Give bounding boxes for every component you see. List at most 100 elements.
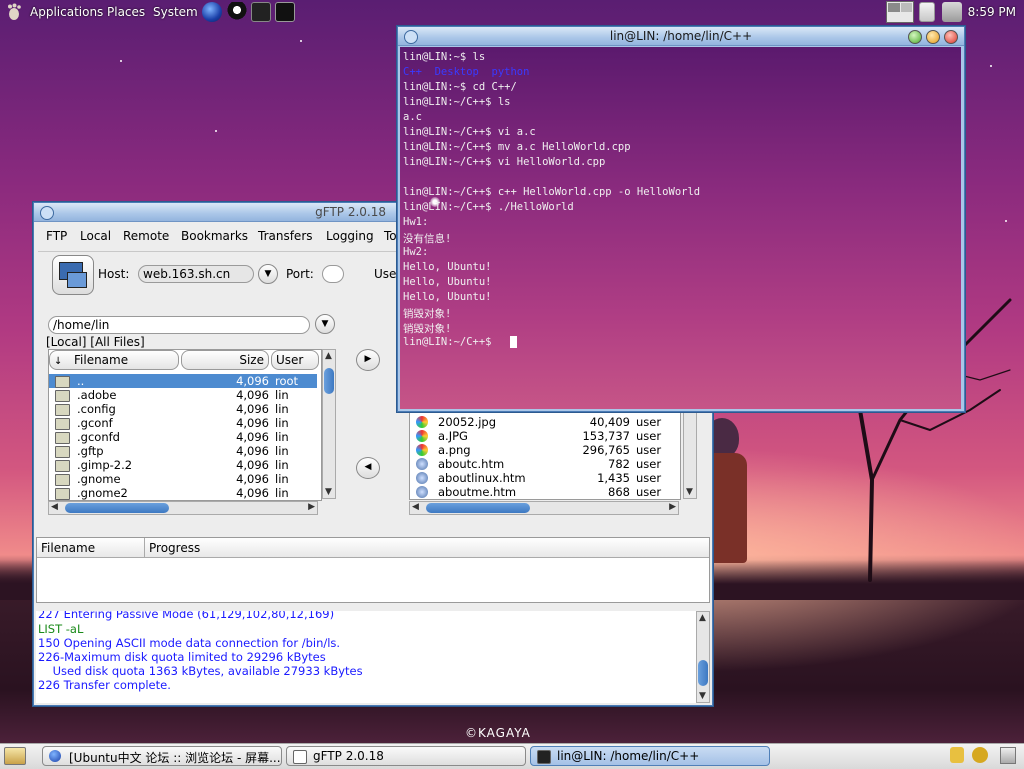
terminal-line: lin@LIN:~/C++$ ./HelloWorld (403, 201, 574, 213)
minimize-button[interactable] (908, 30, 922, 44)
remote-file-row[interactable]: aboutme.htm 868 user (410, 485, 678, 499)
qq-penguin-icon[interactable] (227, 2, 247, 22)
file-user: root (275, 374, 299, 388)
menu-places[interactable]: Places (107, 5, 145, 19)
host-input[interactable]: web.163.sh.cn (138, 265, 254, 283)
file-size: 1,435 (597, 471, 630, 485)
remote-file-row[interactable]: aboutlinux.htm 1,435 user (410, 471, 678, 485)
notification-icon[interactable] (972, 747, 988, 763)
file-size: 868 (608, 485, 630, 499)
terminal-titlebar[interactable]: lin@LIN: /home/lin/C++ (398, 27, 964, 46)
file-user: lin (275, 430, 289, 444)
terminal-line: lin@LIN:~/C++$ (403, 336, 498, 348)
remote-file-list[interactable]: 20052.jpg 40,409 user a.JPG 153,737 user a.png… (409, 409, 681, 500)
log-vscrollbar[interactable]: ▲ ▼ (696, 611, 710, 703)
trash-icon[interactable] (919, 2, 935, 22)
local-file-row[interactable]: .gnome 4,096 lin (49, 472, 317, 486)
file-user: user (636, 415, 662, 429)
menu-remote[interactable]: Remote (123, 229, 169, 243)
file-name: .config (77, 402, 116, 416)
local-file-row[interactable]: .config 4,096 lin (49, 402, 317, 416)
firefox-icon[interactable] (202, 2, 222, 22)
remote-hscrollbar[interactable]: ◀ ▶ (409, 501, 679, 515)
clock[interactable]: 8:59 PM (968, 5, 1016, 19)
task-browser[interactable]: [Ubuntu中文 论坛 :: 浏览论坛 - 屏幕... (42, 746, 282, 766)
remote-file-row[interactable]: 20052.jpg 40,409 user (410, 415, 678, 429)
connect-button[interactable] (52, 255, 94, 295)
gnome-foot-icon[interactable] (5, 3, 23, 21)
file-user: user (636, 485, 662, 499)
local-hscroll-thumb[interactable] (65, 503, 169, 513)
transfer-list[interactable]: Filename Progress (36, 537, 710, 603)
menu-local[interactable]: Local (80, 229, 111, 243)
workspace-switcher-icon[interactable] (886, 1, 914, 23)
port-input[interactable] (322, 265, 344, 283)
local-vscroll-thumb[interactable] (324, 368, 334, 394)
menu-tools[interactable]: To (384, 229, 397, 243)
column-header-size[interactable]: Size (181, 350, 269, 370)
download-arrow-button[interactable]: ◀ (356, 457, 380, 479)
remote-file-row[interactable]: aboutc.htm 782 user (410, 457, 678, 471)
menu-system[interactable]: System (153, 5, 198, 19)
host-dropdown-button[interactable]: ▼ (258, 264, 278, 284)
local-file-row[interactable]: .gconfd 4,096 lin (49, 430, 317, 444)
file-size: 4,096 (236, 486, 269, 500)
terminal-line: Hw2: (403, 246, 429, 258)
text-editor-icon[interactable] (251, 2, 271, 22)
file-user: lin (275, 416, 289, 430)
log-vscroll-thumb[interactable] (698, 660, 708, 686)
transfer-header-progress[interactable]: Progress (145, 538, 709, 558)
local-vscrollbar[interactable]: ▲ ▼ (322, 349, 336, 499)
file-user: lin (275, 388, 289, 402)
image-file-icon (416, 416, 428, 428)
firefox-icon (49, 750, 61, 762)
trash-tray-icon[interactable] (1000, 747, 1016, 764)
column-header-user[interactable]: User (271, 350, 319, 370)
transfer-header-filename[interactable]: Filename (37, 538, 145, 558)
show-desktop-button[interactable] (4, 747, 26, 765)
task-terminal[interactable]: lin@LIN: /home/lin/C++ (530, 746, 770, 766)
menu-applications[interactable]: Applications (30, 5, 103, 19)
folder-icon (55, 446, 70, 458)
maximize-button[interactable] (926, 30, 940, 44)
menu-transfers[interactable]: Transfers (258, 229, 313, 243)
terminal-line: C++ Desktop python (403, 66, 530, 78)
local-path-input[interactable]: /home/lin (48, 316, 310, 334)
local-file-row[interactable]: .. 4,096 root (49, 374, 317, 388)
remote-file-row[interactable]: a.png 296,765 user (410, 443, 678, 457)
local-path-dropdown-button[interactable]: ▼ (315, 314, 335, 334)
window-menu-button[interactable] (40, 206, 54, 220)
local-hscrollbar[interactable]: ◀ ▶ (48, 501, 318, 515)
terminal-title: lin@LIN: /home/lin/C++ (609, 29, 753, 43)
upload-arrow-button[interactable]: ▶ (356, 349, 380, 371)
menu-bookmarks[interactable]: Bookmarks (181, 229, 248, 243)
lock-icon[interactable] (950, 747, 964, 763)
log-panel[interactable]: 227 Entering Passive Mode (61,129,102,80… (36, 611, 696, 703)
local-file-row[interactable]: .adobe 4,096 lin (49, 388, 317, 402)
close-button[interactable] (944, 30, 958, 44)
local-file-row[interactable]: .gftp 4,096 lin (49, 444, 317, 458)
column-header-filename[interactable]: ↓ Filename (49, 350, 179, 370)
remote-file-row[interactable]: a.JPG 153,737 user (410, 429, 678, 443)
terminal-output[interactable]: lin@LIN:~$ ls C++ Desktop python lin@LIN:~… (400, 47, 961, 409)
file-size: 4,096 (236, 402, 269, 416)
local-file-row[interactable]: .gimp-2.2 4,096 lin (49, 458, 317, 472)
terminal-line: 销毁对象! (403, 323, 452, 335)
menu-logging[interactable]: Logging (326, 229, 374, 243)
menu-ftp[interactable]: FTP (46, 229, 67, 243)
local-file-list[interactable]: ↓ Filename Size User .. 4,096 root .adobe 4,… (48, 349, 322, 501)
network-icon[interactable] (942, 2, 962, 22)
terminal-launcher-icon[interactable] (275, 2, 295, 22)
task-gftp[interactable]: gFTP 2.0.18 (286, 746, 526, 766)
user-label: Use (374, 267, 397, 281)
file-name: aboutc.htm (438, 457, 505, 471)
local-file-row[interactable]: .gnome2 4,096 lin (49, 486, 317, 500)
log-line: 226-Maximum disk quota limited to 29296 … (38, 650, 326, 664)
html-file-icon (416, 486, 428, 498)
remote-hscroll-thumb[interactable] (426, 503, 530, 513)
remote-vscrollbar[interactable]: ▼ (683, 409, 697, 499)
file-name: a.png (438, 443, 471, 457)
local-file-row[interactable]: .gconf 4,096 lin (49, 416, 317, 430)
folder-icon (55, 418, 70, 430)
file-user: lin (275, 458, 289, 472)
